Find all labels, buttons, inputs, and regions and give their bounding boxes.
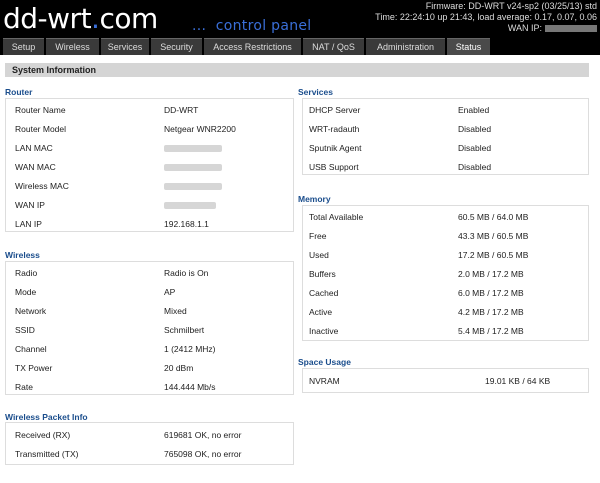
nvram-value: 19.01 KB / 64 KB xyxy=(485,376,551,386)
usb-support-value: Disabled xyxy=(458,162,492,172)
wireless-box: Radio Radio is On Mode AP Network Mixed … xyxy=(5,261,294,395)
wireless-mac-redacted xyxy=(164,183,222,190)
network-value: Mixed xyxy=(164,306,187,316)
tx-label: Transmitted (TX) xyxy=(15,449,79,459)
dhcp-server-label: DHCP Server xyxy=(309,105,361,115)
rate-value: 144.444 Mb/s xyxy=(164,382,216,392)
radio-value: Radio is On xyxy=(164,268,209,278)
buffers-value: 2.0 MB / 17.2 MB xyxy=(458,269,524,279)
tab-nat-qos[interactable]: NAT / QoS xyxy=(303,38,364,55)
router-name-value: DD-WRT xyxy=(164,105,199,115)
mode-value: AP xyxy=(164,287,176,297)
total-available-label: Total Available xyxy=(309,212,364,222)
wan-ip-redacted xyxy=(545,25,597,33)
tab-services[interactable]: Services xyxy=(101,38,149,55)
active-label: Active xyxy=(309,307,333,317)
channel-label: Channel xyxy=(15,344,47,354)
wan-mac-label: WAN MAC xyxy=(15,162,56,172)
firmware-version: Firmware: DD-WRT v24-sp2 (03/25/13) std xyxy=(425,1,597,11)
memory-section-title: Memory xyxy=(298,194,331,204)
tab-access-restrictions[interactable]: Access Restrictions xyxy=(204,38,301,55)
router-model-value: Netgear WNR2200 xyxy=(164,124,236,134)
lan-mac-label: LAN MAC xyxy=(15,143,53,153)
cached-label: Cached xyxy=(309,288,339,298)
wan-ip-label: WAN IP: xyxy=(507,23,542,33)
memory-box: Total Available 60.5 MB / 64.0 MB Free 4… xyxy=(302,205,589,341)
rate-label: Rate xyxy=(15,382,33,392)
used-label: Used xyxy=(309,250,329,260)
wireless-mac-label: Wireless MAC xyxy=(15,181,69,191)
firmware-info: Firmware: DD-WRT v24-sp2 (03/25/13) std … xyxy=(375,1,597,34)
logo-com: com xyxy=(99,2,158,35)
wrt-radauth-label: WRT-radauth xyxy=(309,124,360,134)
header: dd-wrt.com ... control panel Firmware: D… xyxy=(0,0,600,38)
nav-tabs: Setup Wireless Services Security Access … xyxy=(0,38,600,55)
wan-mac-redacted xyxy=(164,164,222,171)
radio-label: Radio xyxy=(15,268,38,278)
router-box: Router Name DD-WRT Router Model Netgear … xyxy=(5,98,294,232)
tab-status[interactable]: Status xyxy=(447,38,490,55)
sputnik-agent-value: Disabled xyxy=(458,143,492,153)
wrt-radauth-value: Disabled xyxy=(458,124,492,134)
tab-security[interactable]: Security xyxy=(151,38,202,55)
wan-ip-label-row: WAN IP xyxy=(15,200,45,210)
channel-value: 1 (2412 MHz) xyxy=(164,344,216,354)
main-content: System Information Router Router Name DD… xyxy=(0,55,600,483)
space-section-title: Space Usage xyxy=(298,357,351,367)
router-model-label: Router Model xyxy=(15,124,67,134)
nvram-label: NVRAM xyxy=(309,376,340,386)
router-section-title: Router xyxy=(5,87,33,97)
free-label: Free xyxy=(309,231,327,241)
services-box: DHCP Server Enabled WRT-radauth Disabled… xyxy=(302,98,589,175)
buffers-label: Buffers xyxy=(309,269,336,279)
uptime-load: Time: 22:24:10 up 21:43, load average: 0… xyxy=(375,12,597,22)
inactive-label: Inactive xyxy=(309,326,339,336)
cached-value: 6.0 MB / 17.2 MB xyxy=(458,288,524,298)
wireless-section-title: Wireless xyxy=(5,250,40,260)
rx-label: Received (RX) xyxy=(15,430,71,440)
packet-section-title: Wireless Packet Info xyxy=(5,412,88,422)
logo-text: dd-wrt xyxy=(3,2,92,35)
inactive-value: 5.4 MB / 17.2 MB xyxy=(458,326,524,336)
lan-mac-redacted xyxy=(164,145,222,152)
tx-power-label: TX Power xyxy=(15,363,53,373)
packet-box: Received (RX) 619681 OK, no error Transm… xyxy=(5,422,294,465)
ddwrt-logo[interactable]: dd-wrt.com xyxy=(3,5,158,33)
usb-support-label: USB Support xyxy=(309,162,359,172)
tx-power-value: 20 dBm xyxy=(164,363,194,373)
rx-value: 619681 OK, no error xyxy=(164,430,242,440)
services-section-title: Services xyxy=(298,87,333,97)
control-panel-title: ... control panel xyxy=(192,18,312,34)
ssid-value: Schmilbert xyxy=(164,325,205,335)
space-box: NVRAM 19.01 KB / 64 KB xyxy=(302,368,589,393)
wan-ip-value-redacted xyxy=(164,202,216,209)
lan-ip-label: LAN IP xyxy=(15,219,42,229)
page-title: System Information xyxy=(5,63,589,77)
lan-ip-value: 192.168.1.1 xyxy=(164,219,209,229)
free-value: 43.3 MB / 60.5 MB xyxy=(458,231,529,241)
tx-value: 765098 OK, no error xyxy=(164,449,242,459)
tab-wireless[interactable]: Wireless xyxy=(46,38,99,55)
dhcp-server-value: Enabled xyxy=(458,105,490,115)
ssid-label: SSID xyxy=(15,325,35,335)
used-value: 17.2 MB / 60.5 MB xyxy=(458,250,529,260)
tab-setup[interactable]: Setup xyxy=(3,38,44,55)
mode-label: Mode xyxy=(15,287,37,297)
active-value: 4.2 MB / 17.2 MB xyxy=(458,307,524,317)
network-label: Network xyxy=(15,306,47,316)
sputnik-agent-label: Sputnik Agent xyxy=(309,143,362,153)
wan-ip-row: WAN IP: xyxy=(375,23,597,34)
tab-administration[interactable]: Administration xyxy=(366,38,445,55)
total-available-value: 60.5 MB / 64.0 MB xyxy=(458,212,529,222)
router-name-label: Router Name xyxy=(15,105,66,115)
